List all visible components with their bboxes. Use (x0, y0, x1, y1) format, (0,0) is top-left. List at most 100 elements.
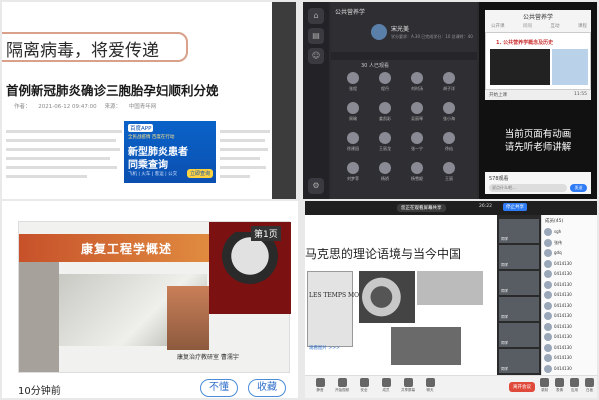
toolbar-icon (585, 378, 594, 387)
member-row[interactable]: sgh (544, 227, 596, 237)
member-row[interactable]: gdq (544, 248, 596, 258)
phone-title: 公共营养学 (522, 14, 553, 21)
chat-input[interactable]: 说点什么吧... (489, 184, 567, 192)
member-row[interactable]: 0414130 (544, 311, 596, 321)
toolbar-item[interactable]: 静音 (309, 378, 331, 393)
share-status-pill[interactable]: 您正在观看屏幕共享 (397, 204, 446, 212)
attendee-tile[interactable]: 周瑜 (341, 102, 365, 122)
attendee-avatar (443, 162, 455, 174)
attendee-name: 徐仙 (445, 146, 453, 151)
toolbar-item[interactable]: 白板 (582, 378, 597, 393)
member-row[interactable]: 0414130 (544, 259, 596, 269)
toolbar-item[interactable]: 聊天 (419, 378, 441, 393)
attendee-tile[interactable]: 张小海 (437, 102, 461, 122)
attendee-avatar (379, 102, 391, 114)
member-row[interactable]: 0414130 (544, 364, 596, 374)
stop-share-button[interactable]: 停止共享 (503, 203, 527, 211)
news-article-panel: 隔离病毒，将爱传递 首例新冠肺炎确诊三胞胎孕妇顺利分娩 作者： 2021-06-… (2, 2, 296, 199)
slide-heading: 马克思的理论语境与当今中国 (305, 247, 462, 261)
video-tile[interactable]: 同学 (499, 245, 539, 269)
teacher-sub: 学分要求：A.30 已完成学分：10 总课时：40 (391, 34, 473, 39)
attendee-tile[interactable]: 杨娇 (373, 162, 397, 182)
attendee-tile[interactable]: 姜凯彩 (373, 102, 397, 122)
toolbar-item[interactable]: 录制 (537, 378, 552, 393)
ad-line2: 同乘查询 (128, 160, 168, 171)
phone-status-bar: 开始上课 11:55 (485, 90, 591, 100)
phone-tabs: 公开课 问问 互动 课程 (491, 23, 587, 29)
article-headline[interactable]: 首例新冠肺炎确诊三胞胎孕妇顺利分娩 (6, 80, 268, 99)
meeting-timer: 26:22 (479, 204, 492, 209)
attendee-tile[interactable]: 徐仙 (437, 132, 461, 152)
teacher-name: 宋光美 (391, 26, 410, 33)
attendee-tile[interactable]: 王丽 (437, 162, 461, 182)
meta-source-label: 来源： (104, 104, 121, 110)
toolbar-label: 白板 (586, 388, 593, 392)
member-name: 0414130 (554, 292, 572, 297)
video-tile[interactable]: 同学 (499, 297, 539, 321)
tab-ask[interactable]: 问问 (523, 23, 532, 29)
video-tile[interactable]: 同学 (499, 349, 539, 373)
member-row[interactable]: 张伟 (544, 238, 596, 248)
toolbar-item[interactable]: 成员 (375, 378, 397, 393)
video-tile[interactable]: 同学 (499, 271, 539, 295)
member-name: 0414130 (554, 260, 572, 266)
toolbar-icon (555, 378, 564, 387)
settings-icon[interactable]: ⚙ (308, 178, 324, 194)
member-row[interactable]: 0414130 (544, 301, 596, 311)
member-row[interactable]: 0414130 (544, 269, 596, 279)
toolbar-item[interactable]: 开始视频 (331, 378, 353, 393)
toolbar-item[interactable]: 安全 (353, 378, 375, 393)
attendee-tile[interactable]: 刘梦菲 (341, 162, 365, 182)
ad-cta-button[interactable]: 立即查询 (186, 169, 213, 178)
attendee-name: 王丽龙 (379, 146, 391, 151)
toolbar-label: 应用 (571, 388, 578, 392)
dont-understand-button[interactable]: 不懂 (200, 379, 238, 397)
attendee-tile[interactable]: 刘时汤 (405, 72, 429, 92)
attendee-name: 姜凯彩 (379, 116, 391, 121)
favorite-button[interactable]: 收藏 (248, 379, 286, 397)
attendee-tile[interactable]: 程丹 (373, 72, 397, 92)
attendee-tile[interactable]: 吴丽琴 (405, 102, 429, 122)
toolbar-item[interactable]: 共享屏幕 (397, 378, 419, 393)
member-name: 0414130 (554, 313, 572, 318)
toolbar-item[interactable]: 应用 (567, 378, 582, 393)
tab-interact[interactable]: 互动 (551, 23, 560, 29)
member-row[interactable]: 0414130 (544, 322, 596, 332)
attendee-tile[interactable]: 徐建园 (341, 132, 365, 152)
video-tile[interactable]: 同学 (499, 323, 539, 347)
tab-course[interactable]: 课程 (578, 23, 587, 29)
toolbar-item[interactable]: 表情 (552, 378, 567, 393)
attendee-tile[interactable]: 胡子洋 (437, 72, 461, 92)
course-icon[interactable]: ▤ (308, 28, 324, 44)
animation-notice-2: 请先听老师讲解 (504, 142, 572, 153)
attendee-name: 张一宁 (411, 146, 423, 151)
tab-public[interactable]: 公开课 (491, 23, 505, 29)
left-rail: ⌂ ▤ ☺ ⚙ (303, 2, 329, 199)
member-row[interactable]: 0414130 (544, 290, 596, 300)
user-icon[interactable]: ☺ (308, 48, 324, 64)
send-button[interactable]: 发送 (570, 184, 587, 192)
attendee-tile[interactable]: 张一宁 (405, 132, 429, 152)
image-link[interactable]: 观看图片 >>> (309, 345, 340, 351)
home-icon[interactable]: ⌂ (308, 8, 324, 24)
leave-meeting-button[interactable]: 离开会议 (509, 382, 535, 392)
member-row[interactable]: 0414130 (544, 280, 596, 290)
member-row[interactable]: 0414130 (544, 343, 596, 353)
attendee-avatar (411, 162, 423, 174)
toolbar-label: 聊天 (426, 388, 434, 392)
attendee-tile[interactable]: 王丽龙 (373, 132, 397, 152)
attendee-avatar (347, 102, 359, 114)
toolbar-label: 安全 (360, 388, 368, 392)
attendee-avatar (379, 72, 391, 84)
member-row[interactable]: 0414130 (544, 353, 596, 363)
video-tile[interactable]: 同学 (499, 219, 539, 243)
member-name: 0414130 (554, 355, 572, 360)
member-row[interactable]: 0414130 (544, 332, 596, 342)
divider (331, 52, 477, 60)
attendee-tile[interactable]: 张程 (341, 72, 365, 92)
attendee-tile[interactable]: 杨雪妮 (405, 162, 429, 182)
meta-author-label: 作者： (14, 104, 31, 110)
member-name: gdq (554, 250, 562, 255)
meta-source[interactable]: 中国青年网 (129, 104, 157, 110)
ad-banner[interactable]: 百度APP 全民战疫情 百度在行动 新型肺炎患者 同乘查询 飞机 | 火车 | … (124, 121, 216, 183)
